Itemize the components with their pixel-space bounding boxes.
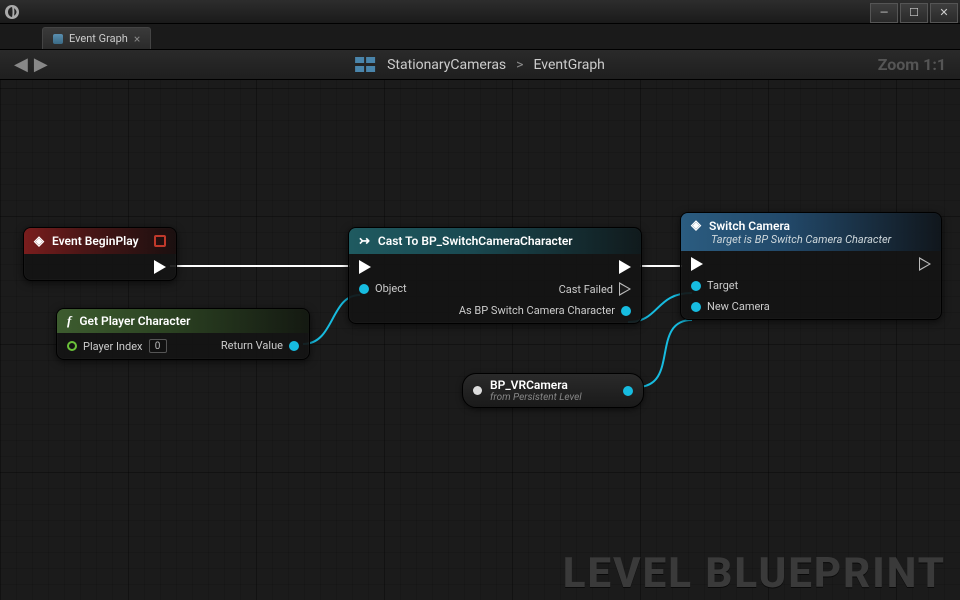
tab-event-graph[interactable]: Event Graph × xyxy=(42,27,151,49)
pin-label: Return Value xyxy=(221,339,283,352)
nav-forward-button[interactable]: ▶ xyxy=(34,54,48,75)
maximize-button[interactable]: ☐ xyxy=(900,3,928,23)
object-pin-icon xyxy=(289,341,299,351)
app-logo xyxy=(0,0,24,24)
event-icon: ◈ xyxy=(34,234,44,249)
chevron-right-icon: > xyxy=(516,57,523,73)
pin-label: As BP Switch Camera Character xyxy=(459,304,615,317)
exec-out-pin[interactable] xyxy=(154,260,166,274)
exec-in-pin[interactable] xyxy=(359,260,449,274)
player-index-pin[interactable]: Player Index 0 xyxy=(67,339,178,353)
node-subtitle: Target is BP Switch Camera Character xyxy=(691,233,891,246)
zoom-indicator: Zoom 1:1 xyxy=(878,55,946,74)
node-get-player-character[interactable]: f Get Player Character Player Index 0 Re… xyxy=(56,308,310,360)
node-cast-to[interactable]: ↣ Cast To BP_SwitchCameraCharacter Objec… xyxy=(348,227,642,324)
close-button[interactable]: ✕ xyxy=(930,3,958,23)
pin-label: Cast Failed xyxy=(559,283,613,296)
title-bar: — ☐ ✕ xyxy=(0,0,960,24)
object-pin-icon xyxy=(691,281,701,291)
object-pin-icon xyxy=(621,306,631,316)
cast-failed-pin[interactable]: Cast Failed xyxy=(559,282,631,296)
graph-icon xyxy=(53,34,63,44)
function-icon: ◈ xyxy=(691,218,701,233)
exec-out-pin[interactable] xyxy=(919,257,931,271)
pin-label: New Camera xyxy=(707,300,770,313)
node-variable-vr-camera[interactable]: BP_VRCamera from Persistent Level xyxy=(462,373,644,408)
node-title: Event BeginPlay xyxy=(52,234,139,248)
close-icon[interactable]: × xyxy=(134,32,140,46)
node-event-begin-play[interactable]: ◈ Event BeginPlay xyxy=(23,227,177,281)
variable-name: BP_VRCamera xyxy=(490,378,615,392)
nav-back-button[interactable]: ◀ xyxy=(14,54,28,75)
node-title: Switch Camera xyxy=(709,219,790,233)
breadcrumb-parent[interactable]: StationaryCameras xyxy=(387,57,506,73)
exec-in-pin[interactable] xyxy=(691,257,806,271)
variable-source: from Persistent Level xyxy=(490,392,615,403)
object-pin-icon xyxy=(359,284,369,294)
cast-icon: ↣ xyxy=(359,234,370,249)
function-icon: f xyxy=(67,313,71,329)
node-title: Get Player Character xyxy=(79,314,190,328)
actor-pin-icon xyxy=(473,386,482,395)
pin-label: Target xyxy=(707,279,738,292)
tab-row: Event Graph × xyxy=(0,24,960,50)
pin-label: Object xyxy=(375,282,407,295)
delegate-pin[interactable] xyxy=(154,235,166,247)
minimize-button[interactable]: — xyxy=(870,3,898,23)
tab-label: Event Graph xyxy=(69,32,128,45)
exec-out-pin[interactable] xyxy=(619,260,631,274)
graph-canvas[interactable]: ◈ Event BeginPlay f Get Player Character… xyxy=(0,80,960,600)
breadcrumb-current: EventGraph xyxy=(533,57,604,73)
object-pin[interactable]: Object xyxy=(359,282,449,295)
target-pin[interactable]: Target xyxy=(691,279,806,292)
pin-label: Player Index xyxy=(83,340,143,353)
blueprint-icon xyxy=(355,57,377,73)
int-pin-icon xyxy=(67,341,77,351)
watermark: LEVEL BLUEPRINT xyxy=(563,549,946,598)
as-cast-pin[interactable]: As BP Switch Camera Character xyxy=(459,304,631,317)
player-index-input[interactable]: 0 xyxy=(149,339,167,353)
return-value-pin[interactable]: Return Value xyxy=(221,339,299,352)
breadcrumb: ◀ ▶ StationaryCameras > EventGraph Zoom … xyxy=(0,50,960,80)
node-switch-camera[interactable]: ◈ Switch Camera Target is BP Switch Came… xyxy=(680,212,942,320)
new-camera-pin[interactable]: New Camera xyxy=(691,300,806,313)
window-buttons: — ☐ ✕ xyxy=(870,1,960,23)
output-pin[interactable] xyxy=(623,386,633,396)
node-title: Cast To BP_SwitchCameraCharacter xyxy=(378,234,573,248)
object-pin-icon xyxy=(691,302,701,312)
exec-pin-icon xyxy=(619,282,631,296)
